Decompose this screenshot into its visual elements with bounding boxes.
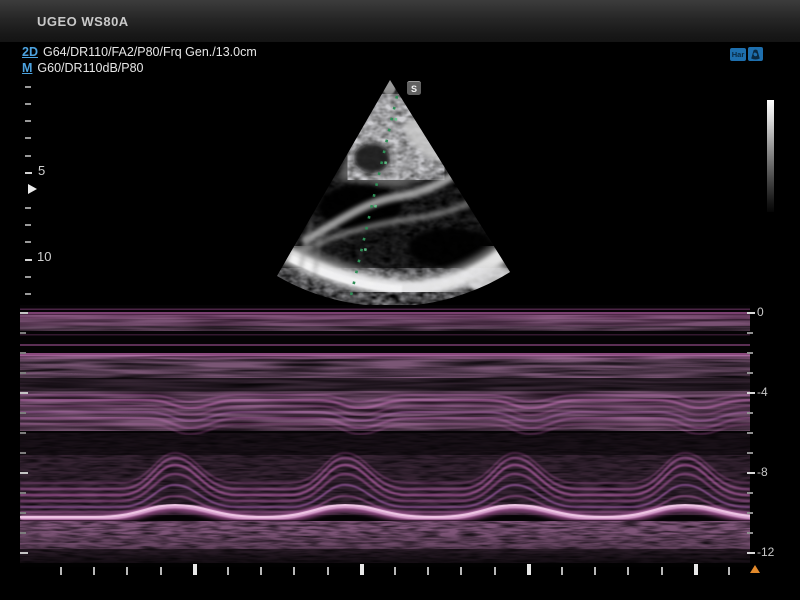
depth-ruler-tick xyxy=(25,172,32,174)
depth-ruler-tick xyxy=(25,259,32,261)
status-line-2d: 2D G64/DR110/FA2/P80/Frq Gen./13.0cm xyxy=(22,45,257,59)
orientation-marker: S xyxy=(407,81,421,95)
mmode-scale-label: -12 xyxy=(757,545,774,559)
depth-ruler-tick xyxy=(25,293,31,295)
depth-ruler-tick xyxy=(25,276,31,278)
probe-glyph xyxy=(749,48,762,60)
depth-ruler-tick xyxy=(25,137,31,139)
depth-ruler-tick xyxy=(25,241,31,243)
sector-image-2d xyxy=(236,74,536,310)
grayscale-bar xyxy=(767,100,774,212)
depth-label-5: 5 xyxy=(38,163,45,178)
depth-ruler-tick xyxy=(25,120,31,122)
mmode-trace-image xyxy=(20,305,750,575)
orientation-marker-letter: S xyxy=(411,84,417,94)
mmode-scale-label: -4 xyxy=(757,385,768,399)
depth-ruler-tick xyxy=(25,224,31,226)
mmode-scale-label: 0 xyxy=(757,305,764,319)
depth-ruler-tick xyxy=(25,155,31,157)
sweep-marker-triangle xyxy=(750,565,760,573)
title-bar: UGEO WS80A xyxy=(0,0,800,42)
mode-2d-settings: G64/DR110/FA2/P80/Frq Gen./13.0cm xyxy=(43,45,257,59)
depth-ruler-tick xyxy=(25,207,31,209)
harmonic-badge-label: Har xyxy=(732,50,745,59)
machine-title: UGEO WS80A xyxy=(37,14,129,29)
mode-m-settings: G60/DR110dB/P80 xyxy=(37,61,143,75)
sector-probe-icon[interactable] xyxy=(748,47,763,61)
mmode-scale-label: -8 xyxy=(757,465,768,479)
mode-m-label: M xyxy=(22,61,32,75)
mode-2d-label: 2D xyxy=(22,45,38,59)
ultrasound-screen: UGEO WS80A 2D G64/DR110/FA2/P80/Frq Gen./… xyxy=(0,0,800,600)
status-line-m: M G60/DR110dB/P80 xyxy=(22,61,144,75)
harmonic-badge[interactable]: Har xyxy=(730,48,746,61)
depth-ruler-tick xyxy=(25,103,31,105)
focus-marker-arrow[interactable] xyxy=(28,184,37,194)
depth-label-10: 10 xyxy=(37,249,51,264)
depth-ruler-tick xyxy=(25,86,31,88)
